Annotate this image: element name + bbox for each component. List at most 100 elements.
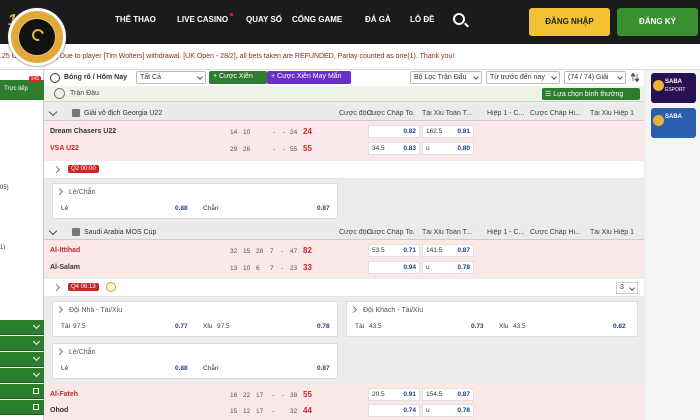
odds-total-over[interactable]: 141.5 0.87	[422, 244, 474, 257]
nav-live-casino[interactable]: LIVE CASINO	[177, 13, 234, 24]
under-value[interactable]: 0.78	[317, 323, 330, 330]
match-row: Al-Ittihad Al-Salam 32 15 28 7 - 47 82 1…	[44, 240, 644, 277]
quarter-score: 32	[230, 248, 238, 255]
odds-line: 20.5	[372, 391, 385, 398]
total-score: 24	[303, 127, 312, 136]
live-stream-icon[interactable]	[106, 282, 116, 292]
quarter-score: 12	[243, 408, 251, 415]
odds-line: 162.5	[426, 128, 443, 135]
sidebar-text: 1)	[0, 245, 6, 251]
even-label[interactable]: Chẵn	[203, 365, 219, 372]
odds-handicap-home[interactable]: 0.82	[368, 125, 420, 138]
under-label[interactable]: Xỉu	[499, 323, 508, 330]
star-icon[interactable]	[52, 165, 61, 174]
sidebar-group-toggle[interactable]	[0, 400, 44, 415]
sidebar-group-toggle[interactable]	[0, 384, 44, 399]
odd-even-panel: Lẻ/Chẵn Lẻ 0.88 Chẵn 0.87	[52, 343, 338, 379]
chevron-down-icon	[32, 321, 41, 330]
odds-value: 0.94	[403, 264, 416, 271]
league-header[interactable]: Saudi Arabia MOS Cup Cược đội t... Cược …	[44, 225, 644, 240]
view-mode-select[interactable]: ☰ Lựa chọn bình thường	[542, 88, 640, 100]
nav-the-thao[interactable]: THỂ THAO	[115, 15, 156, 24]
half-score: 24	[290, 129, 298, 136]
sidebar-live-tab[interactable]: Trực tiếp 145	[0, 76, 44, 100]
nav-da-ga[interactable]: ĐÁ GÀ	[365, 15, 391, 24]
odds-line: u	[426, 407, 430, 414]
live-count-badge: 145	[28, 76, 41, 82]
panel-title: Lẻ/Chẵn	[69, 189, 96, 196]
nav-live-casino-label: LIVE CASINO	[177, 15, 229, 24]
sidebar-group-toggle[interactable]	[0, 320, 44, 335]
sidebar-group-toggle[interactable]	[0, 352, 44, 367]
clock-icon	[54, 88, 65, 99]
chevron-down-icon	[32, 369, 41, 378]
basketball-icon	[50, 73, 60, 83]
nav-lo-de[interactable]: LÔ ĐỀ	[410, 15, 434, 24]
under-line: 43.5	[513, 323, 526, 330]
under-label[interactable]: Xỉu	[203, 323, 212, 330]
odds-total-over[interactable]: 154.5 0.87	[422, 388, 474, 401]
sort-arrows-icon[interactable]	[630, 72, 640, 83]
odds-line: 34.5	[372, 145, 385, 152]
odds-handicap-away[interactable]: 0.74	[368, 404, 420, 417]
match-filter-select[interactable]: Bộ Lọc Trận Đấu	[410, 71, 482, 84]
more-markets-select[interactable]: 3	[616, 282, 638, 294]
crescent-icon	[29, 26, 47, 44]
even-value[interactable]: 0.87	[317, 205, 330, 212]
odds-value: 0.87	[457, 391, 470, 398]
over-label[interactable]: Tài	[355, 323, 364, 330]
even-value[interactable]: 0.87	[317, 365, 330, 372]
announcement-ticker: .25 GMT) n.[Darts] Due to player [Tim Wo…	[0, 44, 700, 70]
parlay-button[interactable]: + Cược Xiên	[209, 71, 267, 84]
saba-logo-icon	[653, 80, 664, 91]
away-team: Ohod	[50, 407, 69, 414]
market-select[interactable]: Tất Cả	[136, 71, 206, 84]
odds-handicap-home[interactable]: 20.5 0.91	[368, 388, 420, 401]
odds-value: 0.91	[403, 391, 416, 398]
odds-handicap-home[interactable]: 53.5 0.71	[368, 244, 420, 257]
odds-total-under[interactable]: u 0.80	[422, 142, 474, 155]
odd-label[interactable]: Lẻ	[61, 365, 68, 372]
search-icon[interactable]	[453, 13, 465, 25]
lucky-parlay-label: Cược Xiên May Mắn	[277, 73, 342, 80]
register-button[interactable]: ĐĂNG KÝ	[617, 8, 698, 36]
login-button[interactable]: ĐĂNG NHẬP	[529, 8, 610, 36]
odds-total-under[interactable]: u 0.78	[422, 404, 474, 417]
lucky-parlay-button[interactable]: + Cược Xiên May Mắn	[267, 71, 351, 84]
half-score: 55	[290, 146, 298, 153]
odd-even-panel: Lẻ/Chẵn Lẻ 0.88 Chẵn 0.87	[52, 183, 338, 219]
watermark-seal-icon	[8, 8, 66, 66]
saba-esport-banner[interactable]: SABA ESPORT	[651, 73, 696, 103]
sidebar-group-toggle[interactable]	[0, 336, 44, 351]
chevron-down-icon	[197, 74, 203, 80]
league-count-select[interactable]: (74 / 74) Giải	[564, 71, 626, 84]
over-value[interactable]: 0.73	[471, 323, 484, 330]
over-value[interactable]: 0.77	[175, 323, 188, 330]
odds-handicap-away[interactable]: 0.94	[368, 261, 420, 274]
odds-total-over[interactable]: 162.5 0.81	[422, 125, 474, 138]
nav-quay-so[interactable]: QUAY SỐ	[246, 15, 282, 24]
sidebar-group-toggle[interactable]	[0, 368, 44, 383]
over-label[interactable]: Tài	[61, 323, 70, 330]
odd-value[interactable]: 0.88	[175, 365, 188, 372]
odd-label[interactable]: Lẻ	[61, 205, 68, 212]
league-header[interactable]: Giải vô địch Georgia U22 Cược đội t... C…	[44, 106, 644, 121]
odds-handicap-away[interactable]: 34.5 0.83	[368, 142, 420, 155]
saba-banner[interactable]: SABA	[651, 108, 696, 138]
even-label[interactable]: Chẵn	[203, 205, 219, 212]
nav-cong-game[interactable]: CỔNG GAME	[292, 15, 342, 24]
sidebar-text: 05)	[0, 185, 9, 191]
odd-value[interactable]: 0.88	[175, 205, 188, 212]
star-icon[interactable]	[52, 283, 61, 292]
match-row: Dream Chasers U22 VSA U22 14 10 - - 24 2…	[44, 121, 644, 161]
sort-select[interactable]: Từ trước đến nay	[486, 71, 560, 84]
quarter-score: -	[272, 392, 275, 399]
under-value[interactable]: 0.82	[613, 323, 626, 330]
league-name: Giải vô địch Georgia U22	[84, 110, 163, 117]
odds-total-under[interactable]: u 0.78	[422, 261, 474, 274]
ad-subtitle: ESPORT	[665, 87, 686, 93]
ad-title: SABA	[665, 114, 683, 120]
chevron-icon	[349, 305, 358, 314]
col-header: Tài Xỉu Hiệp 1	[590, 110, 634, 117]
odds-value: 0.83	[403, 145, 416, 152]
